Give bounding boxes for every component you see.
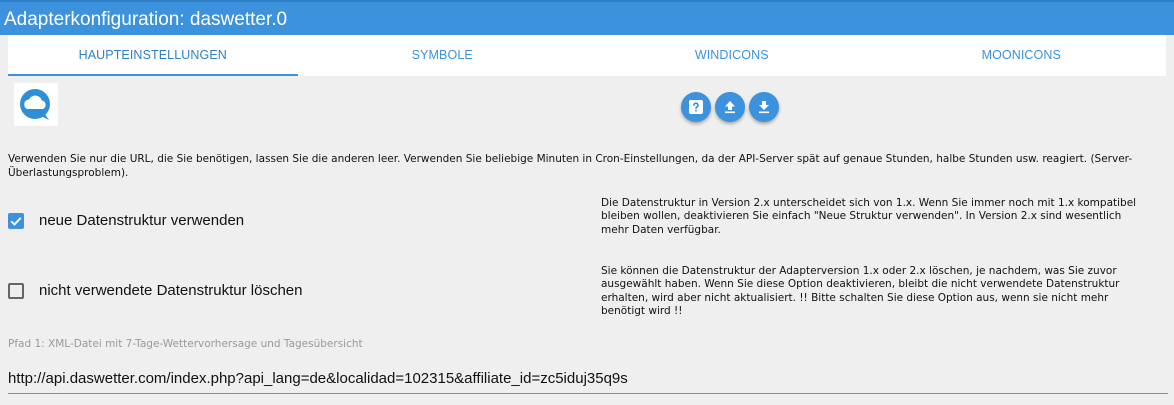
- tab-windicons[interactable]: WINDICONS: [587, 35, 877, 76]
- new-structure-checkbox[interactable]: [8, 212, 24, 229]
- adapter-logo: [14, 83, 58, 126]
- help-button[interactable]: [681, 92, 711, 122]
- daswetter-logo-icon: [20, 89, 50, 120]
- download-button[interactable]: [749, 92, 779, 122]
- upload-icon: [725, 101, 735, 114]
- download-icon: [759, 101, 769, 114]
- delete-unused-label: nicht verwendete Datenstruktur löschen: [39, 282, 303, 299]
- path1-label: Pfad 1: XML-Datei mit 7-Tage-Wettervorhe…: [8, 338, 363, 350]
- tab-bar: HAUPTEINSTELLUNGEN SYMBOLE WINDICONS MOO…: [8, 35, 1166, 76]
- window-title: Adapterkonfiguration: daswetter.0: [0, 0, 1174, 35]
- new-structure-help: Die Datenstruktur in Version 2.x untersc…: [601, 197, 1137, 236]
- delete-unused-help: Sie können die Datenstruktur der Adapter…: [601, 265, 1120, 317]
- info-text: Verwenden Sie nur die URL, die Sie benöt…: [8, 153, 1133, 179]
- path1-input[interactable]: [8, 362, 1168, 394]
- path1-underline: [8, 393, 1168, 394]
- tab-moonicons[interactable]: MOONICONS: [877, 35, 1167, 76]
- help-icon: [689, 100, 703, 114]
- upload-button[interactable]: [715, 92, 745, 122]
- delete-unused-checkbox[interactable]: [8, 282, 24, 299]
- new-structure-label: neue Datenstruktur verwenden: [39, 212, 245, 229]
- tab-haupteinstellungen[interactable]: HAUPTEINSTELLUNGEN: [8, 35, 298, 76]
- check-icon: [10, 216, 22, 226]
- tab-symbole[interactable]: SYMBOLE: [298, 35, 588, 76]
- option-new-structure: neue Datenstruktur verwenden: [8, 212, 244, 229]
- option-delete-unused: nicht verwendete Datenstruktur löschen: [8, 282, 302, 299]
